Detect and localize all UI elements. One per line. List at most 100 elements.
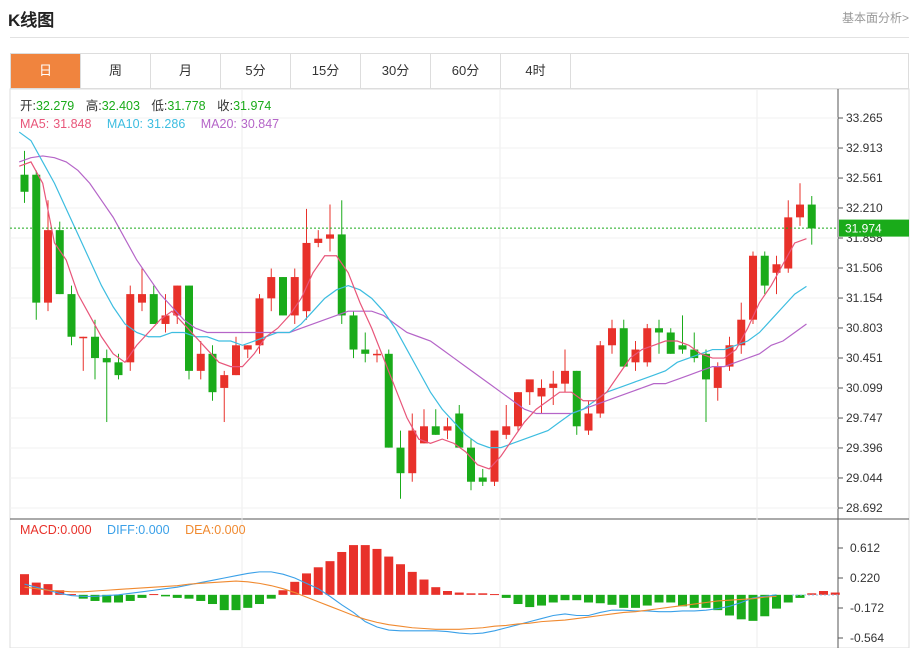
ma20-value: 30.847 [241,117,279,131]
macd-bar [266,594,276,599]
candle-body [396,447,405,474]
macd-bar [631,594,640,608]
y-tick-label: 29.747 [846,411,883,425]
candle-body [584,413,593,431]
open-value: 32.279 [36,99,74,113]
candle-body [537,387,546,397]
macd-bar [219,594,229,611]
macd-bar [419,579,429,595]
candle-body [91,336,99,359]
macd-bar [396,564,405,595]
candle-body [20,174,29,192]
macd-bar [360,545,370,595]
dea-value: 0.000 [214,523,245,537]
svg-text:开:32.279 高:32.403 低:31: 开:32.279 高:32.403 低:31.778 收:31.974 [20,98,271,113]
macd-value: 0.000 [60,523,91,537]
ma10-value: 31.286 [147,117,185,131]
macd-bar [125,594,135,601]
candle-body [55,230,64,295]
macd-bar [384,556,394,595]
candle-body [290,277,299,316]
candle-body [549,383,558,388]
candle-body [114,362,123,376]
candle-body [666,332,675,354]
kline-chart[interactable]: 33.26532.91332.56132.21031.85831.50631.1… [0,0,917,648]
open-label: 开: [20,99,36,113]
candle-body [79,336,88,339]
candle-body [525,379,534,393]
candle-body [655,328,663,333]
close-label: 收: [217,99,233,113]
diff-label: DIFF: [107,523,138,537]
y-tick-label: 30.803 [846,321,883,335]
candle-body [373,353,381,356]
y-tick-label: 32.210 [846,201,883,215]
macd-bar [337,551,347,595]
macd-bar [114,594,123,603]
macd-bar [255,594,264,605]
ma5-label: MA5: [20,117,49,131]
chart-frame [9,88,910,648]
high-value: 32.403 [102,99,140,113]
candle-body [302,242,311,312]
macd-bar [595,594,605,604]
macd-bar [443,591,452,595]
candle-body [220,375,229,388]
candle-body [243,345,252,350]
macd-bar [243,594,253,608]
macd-bar [525,594,535,608]
macd-y-tick-label: 0.612 [850,541,880,555]
macd-bar [149,594,159,596]
candle-body [796,204,804,218]
candle-body [514,392,522,427]
candle-body [102,358,111,363]
candle-body [443,426,452,431]
candle-body [32,174,41,303]
candle-body [608,328,616,346]
macd-bar [819,591,828,595]
macd-bar [642,594,652,606]
candle-body [337,234,346,316]
macd-bar [231,594,241,611]
macd-bar [137,594,147,598]
y-tick-labels: 33.26532.91332.56132.21031.85831.50631.1… [838,111,884,645]
y-tick-label: 28.692 [846,501,883,515]
candle-body [678,345,687,350]
macd-bar [478,593,488,595]
dea-label: DEA: [185,523,214,537]
svg-text:MA5:31.848 MA10:31.286: MA5: 31.848 MA10: 31.286 MA20: 30.847 [20,117,279,131]
ma10-label: MA10: [107,117,143,131]
candle-body [807,204,816,229]
y-tick-label: 29.396 [846,441,883,455]
candle-body [619,328,628,367]
candle-body [713,366,722,388]
y-tick-label: 32.913 [846,141,883,155]
macd-bar [466,593,476,595]
macd-bar [783,594,793,603]
candle-body [361,349,370,354]
ma20-label: MA20: [201,117,237,131]
macd-bar [666,594,676,603]
candle-body [643,328,652,363]
candle-body [737,319,746,346]
macd-bar [184,594,194,599]
candle-body [502,426,511,435]
candle-body [326,234,334,239]
diff-value: 0.000 [138,523,169,537]
macd-bars [20,545,840,621]
close-value: 31.974 [233,99,271,113]
svg-text:MACD:0.000 DIFF:0.000: MACD:0.000 DIFF:0.000 DEA:0.000 [20,523,246,537]
y-tick-label: 32.561 [846,171,883,185]
macd-bar [572,594,582,601]
candle-body [478,477,487,482]
macd-bar [196,594,206,601]
macd-label: MACD: [20,523,60,537]
macd-bar [619,594,629,608]
macd-bar [325,561,335,595]
macd-bar [607,594,617,605]
macd-bar [454,592,464,595]
candle-body [314,238,323,243]
macd-bar [349,545,358,595]
candle-body [232,345,240,376]
low-label: 低: [151,99,167,113]
